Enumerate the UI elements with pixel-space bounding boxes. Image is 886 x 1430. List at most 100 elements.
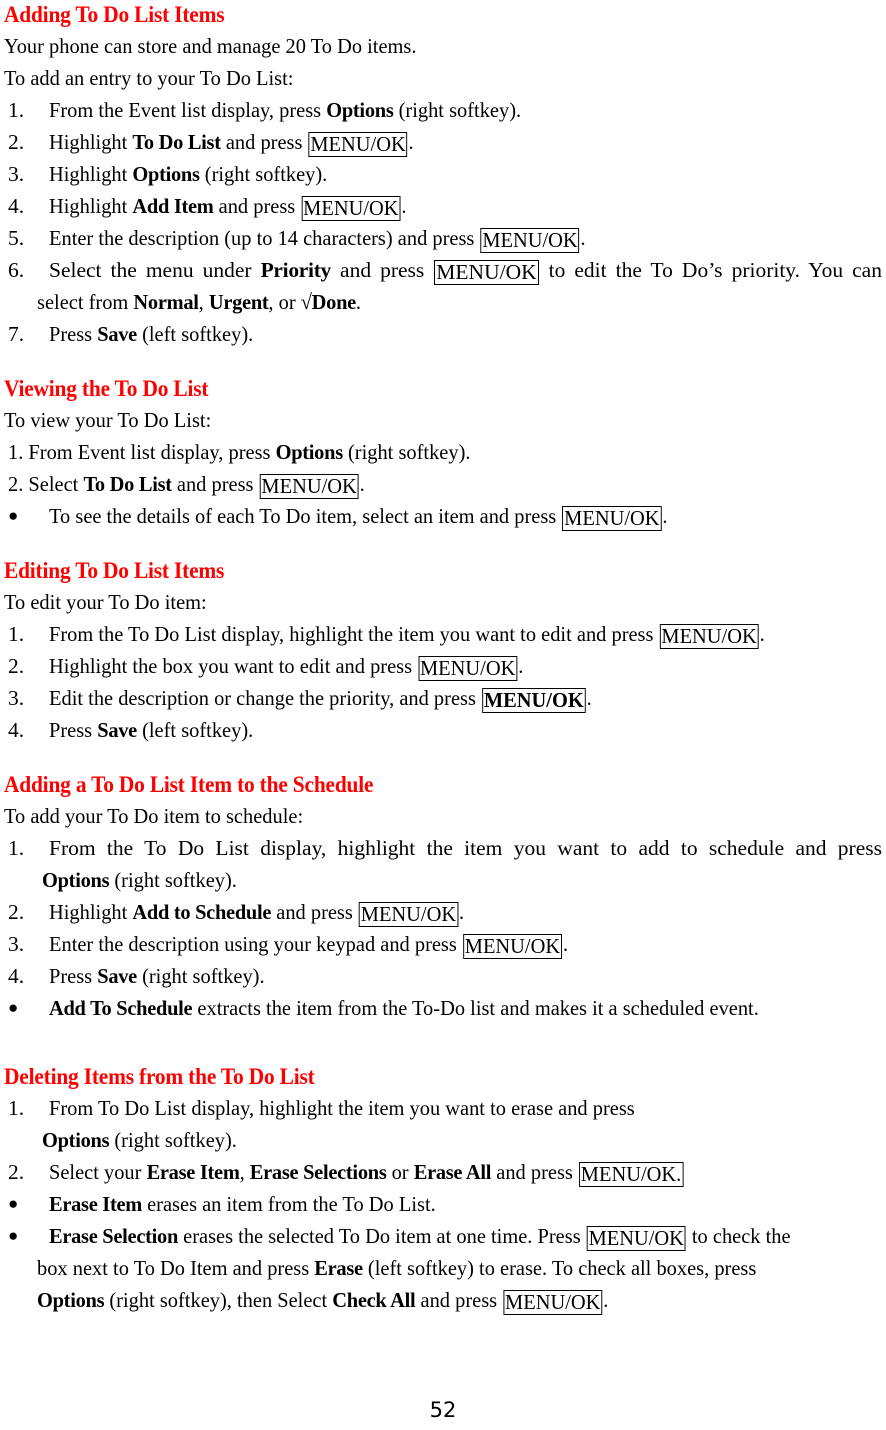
list-item-text: Add To Schedule extracts the item from t… [49, 992, 842, 1024]
list-item-text: Erase Item erases an item from the To Do… [49, 1188, 842, 1220]
list-item-text: Highlight To Do List and press MENU/OK. [49, 126, 842, 158]
emphasis-text: Check All [332, 1288, 416, 1312]
section-heading: Adding To Do List Items [4, 2, 225, 27]
body-text: Highlight [49, 194, 133, 218]
bullet-list-item: ● Add To Schedule extracts the item from … [4, 992, 884, 1024]
body-text: (right softkey). [136, 964, 265, 988]
bullet-icon: ● [8, 1194, 19, 1213]
body-text: Press [49, 322, 98, 346]
body-text: and press [271, 900, 358, 924]
numbered-list-item: 1. From To Do List display, highlight the… [4, 1092, 884, 1156]
list-number: 1. [8, 1096, 25, 1120]
list-number: 3. [8, 932, 25, 956]
body-text: and press [415, 1288, 503, 1312]
body-text: (left softkey). [136, 322, 254, 346]
list-item-text: Press Save (right softkey). [49, 960, 842, 992]
body-text: and press [331, 258, 434, 282]
body-text: . [759, 622, 765, 646]
numbered-list-item: 3. Highlight Options (right softkey). [4, 158, 884, 190]
list-item-text: From the To Do List display, highlight t… [49, 832, 882, 864]
list-item-text: Press Save (left softkey). [49, 318, 842, 350]
list-number: 4. [8, 194, 25, 218]
emphasis-text: Normal [133, 290, 199, 314]
list-number: 2. [8, 1160, 25, 1184]
list-number: 2. [8, 654, 25, 678]
bullet-icon: ● [8, 1226, 19, 1245]
section-heading: Adding a To Do List Item to the Schedule [4, 772, 374, 797]
body-text: . [562, 932, 569, 956]
numbered-list-item: 3. Enter the description using your keypa… [4, 928, 884, 960]
list-item-text: Select the menu under Priority and press… [49, 254, 882, 286]
list-item-text: Erase Selection erases the selected To D… [49, 1220, 842, 1252]
menu-ok-key: MENU/OK [259, 474, 359, 499]
body-text: Press [49, 718, 98, 742]
emphasis-text: Urgent [208, 290, 269, 314]
body-text: From To Do List display, highlight the i… [49, 1096, 635, 1120]
body-text: . [401, 194, 407, 218]
body-text: (left softkey). [136, 718, 254, 742]
page-content: Adding To Do List Items Your phone can st… [4, 0, 884, 1316]
intro-line: To view your To Do List: [4, 408, 212, 432]
body-text: Enter the description using your keypad … [49, 932, 462, 956]
list-item-text: Highlight Options (right softkey). [49, 158, 842, 190]
emphasis-text: Add to Schedule [132, 900, 272, 924]
list-item-continuation: Options (right softkey). [42, 864, 842, 896]
body-text: . [408, 130, 414, 154]
list-number: 2. [8, 900, 25, 924]
emphasis-text: Options [326, 98, 394, 122]
list-number: 7. [8, 322, 25, 346]
list-item-continuation: Options (right softkey). [42, 1124, 842, 1156]
emphasis-text: Priority [260, 258, 332, 282]
numbered-list-item: 1. From the Event list display, press Opt… [4, 94, 884, 126]
numbered-list-item: 1.1. From Event list display, press Opti… [4, 436, 884, 468]
list-number: 4. [8, 964, 25, 988]
body-text: and press [220, 130, 308, 154]
list-item-text: Enter the description using your keypad … [49, 928, 842, 960]
intro-line: To edit your To Do item: [4, 590, 207, 614]
emphasis-text: Options [42, 868, 110, 892]
list-item-text: Highlight Add Item and press MENU/OK. [49, 190, 842, 222]
numbered-list-item: 2.2. Select To Do List and press MENU/OK… [4, 468, 884, 500]
body-text: or [386, 1160, 414, 1184]
body-text: , [239, 1160, 250, 1184]
numbered-list-item: 2. Highlight To Do List and press MENU/OK… [4, 126, 884, 158]
list-item-text: 2. Select To Do List and press MENU/OK. [8, 468, 840, 500]
intro-line: To add your To Do item to schedule: [4, 804, 304, 828]
emphasis-text: Save [97, 322, 137, 346]
body-text: Press [49, 964, 98, 988]
numbered-list-item: 1. From the To Do List display, highlight… [4, 618, 884, 650]
body-text: select from [37, 290, 134, 314]
body-text: Select your [49, 1160, 147, 1184]
list-item-continuation: box next to To Do Item and press Erase (… [37, 1252, 842, 1284]
emphasis-text: Options [132, 162, 200, 186]
body-text: , [198, 290, 209, 314]
body-text: . [458, 900, 465, 924]
body-text: . [355, 290, 362, 314]
emphasis-text: To Do List [83, 472, 172, 496]
emphasis-text: Options [275, 440, 344, 464]
menu-ok-key: MENU/OK [301, 196, 401, 221]
body-text: and press [171, 472, 259, 496]
body-text: Edit the description or change the prior… [49, 686, 482, 710]
section-heading: Deleting Items from the To Do List [4, 1064, 315, 1089]
numbered-list-item: 2. Highlight Add to Schedule and press ME… [4, 896, 884, 928]
list-item-text: Enter the description (up to 14 characte… [49, 222, 842, 254]
list-item-text: Edit the description or change the prior… [49, 682, 842, 714]
list-item-text: Highlight the box you want to edit and p… [49, 650, 842, 682]
emphasis-text: Save [97, 718, 137, 742]
body-text: Highlight [49, 130, 133, 154]
numbered-list-item: 3. Edit the description or change the pri… [4, 682, 884, 714]
list-item-text: From To Do List display, highlight the i… [49, 1092, 842, 1124]
menu-ok-key: MENU/OK [480, 228, 580, 253]
numbered-list-item: 2. Select your Erase Item, Erase Selectio… [4, 1156, 884, 1188]
menu-ok-key: MENU/OK [503, 1290, 603, 1315]
list-number: 6. [8, 258, 25, 282]
body-text: Highlight [49, 900, 133, 924]
intro-line: To add an entry to your To Do List: [4, 66, 294, 90]
body-text: (right softkey), then Select [104, 1288, 333, 1312]
emphasis-text: √Done [300, 290, 356, 314]
menu-ok-key: MENU/OK [418, 656, 518, 681]
body-text: Enter the description (up to 14 characte… [49, 226, 480, 250]
